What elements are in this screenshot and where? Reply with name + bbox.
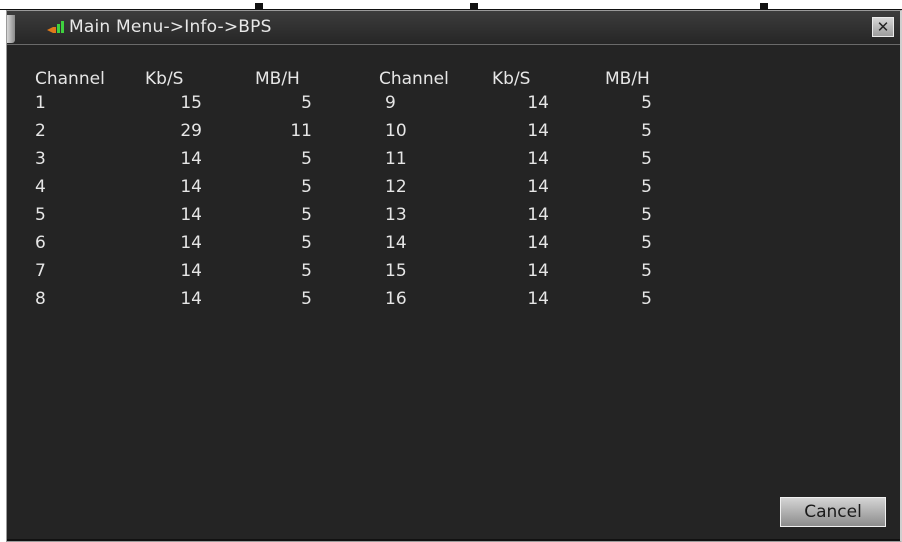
mbh-cell: 5 [301, 205, 312, 225]
bps-window: Main Menu->Info->BPS ✕ Channel Kb/S MB/H… [6, 10, 902, 542]
kbs-cell: 14 [527, 177, 549, 197]
channel-cell: 9 [385, 93, 396, 113]
mbh-cell: 5 [301, 93, 312, 113]
header-kbs-left: Kb/S [145, 69, 184, 89]
channel-cell: 6 [35, 233, 46, 253]
channel-cell: 10 [385, 121, 407, 141]
mbh-cell: 5 [301, 149, 312, 169]
kbs-cell: 14 [527, 121, 549, 141]
channel-cell: 3 [35, 149, 46, 169]
mbh-cell: 5 [641, 205, 652, 225]
channel-cell: 2 [35, 121, 46, 141]
channel-cell: 12 [385, 177, 407, 197]
cancel-button[interactable]: Cancel [780, 497, 886, 527]
top-partial-strip [0, 0, 902, 10]
mbh-cell: 5 [641, 261, 652, 281]
kbs-cell: 14 [180, 233, 202, 253]
mbh-cell: 5 [641, 233, 652, 253]
mbh-cell: 5 [641, 149, 652, 169]
header-channel-right: Channel [379, 69, 449, 89]
mbh-cell: 5 [301, 233, 312, 253]
titlebar: Main Menu->Info->BPS ✕ [7, 11, 900, 45]
channel-cell: 14 [385, 233, 407, 253]
kbs-cell: 14 [527, 289, 549, 309]
kbs-cell: 14 [180, 177, 202, 197]
channel-cell: 15 [385, 261, 407, 281]
kbs-cell: 14 [527, 261, 549, 281]
channel-cell: 4 [35, 177, 46, 197]
channel-cell: 5 [35, 205, 46, 225]
header-channel-left: Channel [35, 69, 105, 89]
kbs-cell: 14 [180, 289, 202, 309]
channel-cell: 7 [35, 261, 46, 281]
kbs-cell: 14 [527, 149, 549, 169]
bps-table-panel: Channel Kb/S MB/H Channel Kb/S MB/H 1 15 5… [7, 45, 900, 541]
mbh-cell: 5 [301, 289, 312, 309]
mbh-cell: 11 [290, 121, 312, 141]
channel-cell: 16 [385, 289, 407, 309]
channel-cell: 8 [35, 289, 46, 309]
kbs-cell: 14 [527, 205, 549, 225]
close-icon: ✕ [876, 18, 890, 36]
kbs-cell: 14 [180, 149, 202, 169]
kbs-cell: 14 [527, 93, 549, 113]
mbh-cell: 5 [301, 177, 312, 197]
kbs-cell: 14 [180, 205, 202, 225]
window-title: Main Menu->Info->BPS [69, 17, 272, 37]
mbh-cell: 5 [641, 121, 652, 141]
kbs-cell: 15 [180, 93, 202, 113]
titlebar-edge [7, 15, 15, 43]
mbh-cell: 5 [641, 177, 652, 197]
window-bottom-edge [7, 539, 900, 541]
channel-cell: 1 [35, 93, 46, 113]
close-button[interactable]: ✕ [872, 17, 894, 37]
header-kbs-right: Kb/S [492, 69, 531, 89]
signal-bars-icon [47, 21, 64, 33]
mbh-cell: 5 [641, 93, 652, 113]
mbh-cell: 5 [301, 261, 312, 281]
channel-cell: 13 [385, 205, 407, 225]
kbs-cell: 14 [180, 261, 202, 281]
mbh-cell: 5 [641, 289, 652, 309]
kbs-cell: 29 [180, 121, 202, 141]
channel-cell: 11 [385, 149, 407, 169]
header-mbh-right: MB/H [605, 69, 650, 89]
kbs-cell: 14 [527, 233, 549, 253]
header-mbh-left: MB/H [255, 69, 300, 89]
